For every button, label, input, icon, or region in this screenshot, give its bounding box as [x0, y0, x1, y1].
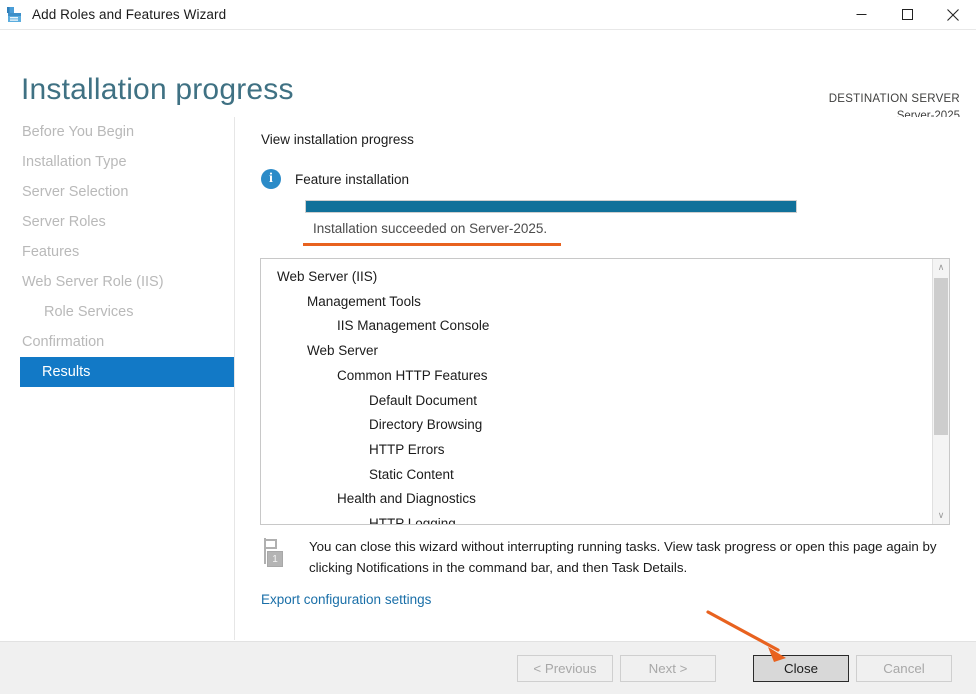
server-icon	[6, 6, 24, 24]
close-button[interactable]: Close	[753, 655, 849, 682]
scroll-up-icon[interactable]: ∧	[933, 259, 949, 276]
list-item: IIS Management Console	[337, 318, 490, 334]
installation-status-text: Installation succeeded on Server-2025.	[313, 221, 548, 236]
page-header: Installation progress DESTINATION SERVER…	[0, 30, 976, 122]
notification-flag-icon: 1	[261, 538, 289, 570]
sidebar-item-results[interactable]: Results	[20, 357, 234, 387]
scrollbar-thumb[interactable]	[934, 278, 948, 436]
sidebar-item-confirmation[interactable]: Confirmation	[0, 327, 234, 357]
feature-installation-row: i Feature installation	[261, 169, 409, 189]
sidebar-item-server-selection[interactable]: Server Selection	[0, 177, 234, 207]
sidebar-item-before-you-begin[interactable]: Before You Begin	[0, 117, 234, 147]
scroll-down-icon[interactable]: ∨	[933, 507, 949, 524]
export-configuration-settings-link[interactable]: Export configuration settings	[261, 592, 431, 607]
list-item: Web Server (IIS)	[277, 269, 378, 284]
maximize-button[interactable]	[884, 0, 930, 29]
previous-button[interactable]: < Previous	[517, 655, 613, 682]
sidebar-item-web-server-role-iis[interactable]: Web Server Role (IIS)	[0, 267, 234, 297]
next-button[interactable]: Next >	[620, 655, 716, 682]
installation-progress-bar	[305, 200, 797, 213]
notification-note: 1 You can close this wizard without inte…	[261, 536, 961, 578]
info-icon: i	[261, 169, 281, 189]
list-item: Management Tools	[307, 293, 421, 309]
list-item: Common HTTP Features	[337, 367, 488, 383]
notification-badge-count: 1	[267, 551, 283, 567]
scrollbar-track[interactable]	[933, 276, 949, 507]
cancel-button[interactable]: Cancel	[856, 655, 952, 682]
sidebar-item-installation-type[interactable]: Installation Type	[0, 147, 234, 177]
listbox-scrollbar[interactable]: ∧ ∨	[932, 259, 949, 524]
installed-features-list: Web Server (IIS) Management Tools IIS Ma…	[261, 259, 932, 525]
notification-note-text: You can close this wizard without interr…	[309, 539, 937, 575]
installed-features-listbox[interactable]: Web Server (IIS) Management Tools IIS Ma…	[260, 258, 950, 525]
list-item: Web Server	[307, 343, 379, 359]
page-title: Installation progress	[21, 73, 294, 106]
minimize-button[interactable]	[838, 0, 884, 29]
progress-bar-fill	[306, 201, 796, 212]
list-item: HTTP Logging	[369, 516, 456, 525]
wizard-footer: < Previous Next > Close Cancel	[0, 641, 976, 694]
wizard-body: Before You Begin Installation Type Serve…	[0, 117, 976, 640]
sidebar-item-features[interactable]: Features	[0, 237, 234, 267]
list-item: HTTP Errors	[369, 441, 445, 457]
list-item: Default Document	[369, 392, 478, 408]
destination-server-label: DESTINATION SERVER	[828, 93, 960, 105]
sidebar-item-server-roles[interactable]: Server Roles	[0, 207, 234, 237]
section-label: View installation progress	[261, 132, 414, 147]
wizard-sidebar: Before You Begin Installation Type Serve…	[0, 117, 235, 640]
window-title: Add Roles and Features Wizard	[32, 7, 227, 22]
feature-installation-label: Feature installation	[295, 171, 410, 187]
list-item: Static Content	[369, 466, 454, 482]
window-controls	[838, 0, 976, 29]
status-underline-annotation	[303, 243, 561, 246]
close-window-button[interactable]	[930, 0, 976, 29]
main-content: View installation progress i Feature ins…	[234, 117, 976, 640]
list-item: Health and Diagnostics	[337, 491, 476, 507]
sidebar-item-role-services[interactable]: Role Services	[0, 297, 234, 327]
list-item: Directory Browsing	[369, 417, 483, 433]
title-bar: Add Roles and Features Wizard	[0, 0, 976, 30]
